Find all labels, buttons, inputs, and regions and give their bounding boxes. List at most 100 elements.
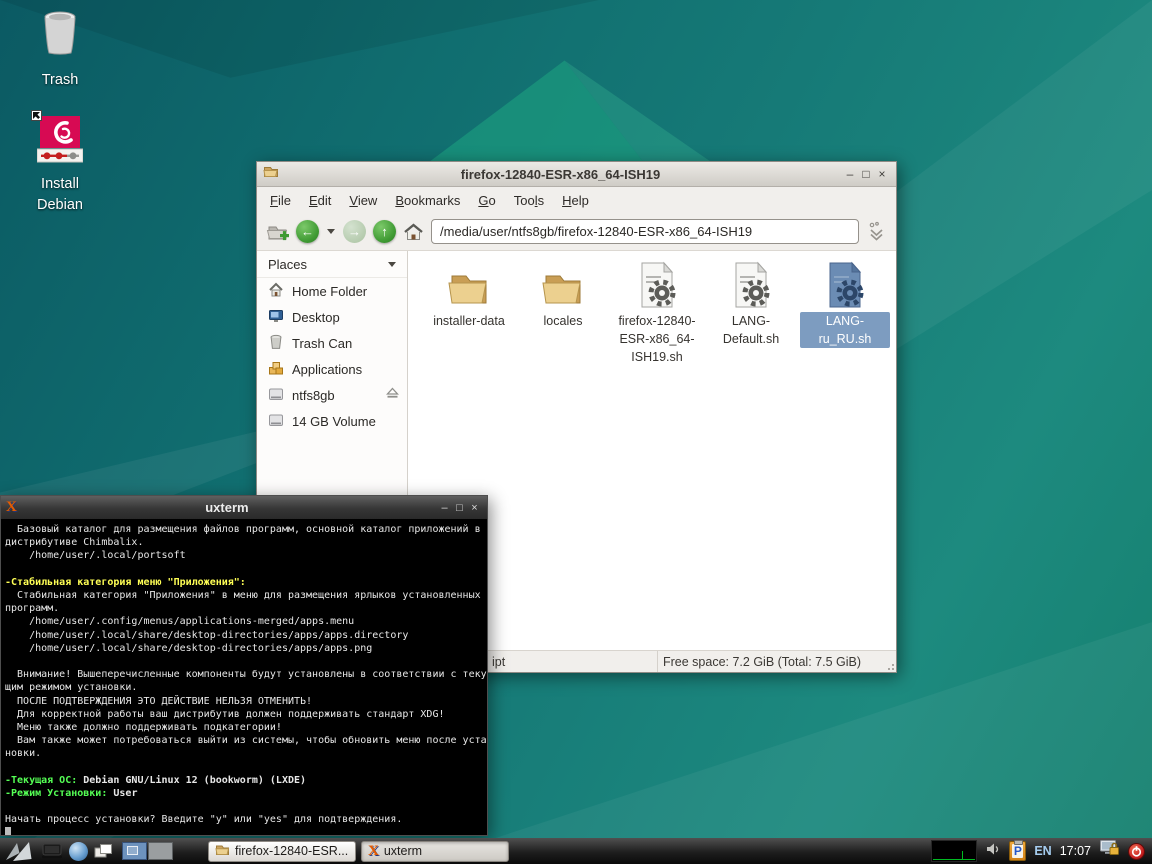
menu-item-edit[interactable]: Edit bbox=[300, 190, 340, 211]
uxterm-titlebar[interactable]: X uxterm – □ × bbox=[1, 496, 487, 519]
file-label: installer-data bbox=[433, 314, 505, 328]
path-input[interactable] bbox=[431, 219, 859, 244]
menu-item-bookmarks[interactable]: Bookmarks bbox=[386, 190, 469, 211]
place-label: Desktop bbox=[292, 309, 340, 325]
terminal-line: /home/user/.local/share/desktop-director… bbox=[5, 642, 373, 654]
jump-to-icon[interactable] bbox=[866, 220, 887, 244]
menu-item-go[interactable]: Go bbox=[469, 190, 504, 211]
shortcut-arrow-badge bbox=[31, 110, 42, 121]
workspace-pager[interactable] bbox=[122, 842, 173, 860]
volume-icon[interactable] bbox=[985, 841, 1001, 862]
terminal-line: Для корректной работы ваш дистрибутив до… bbox=[5, 708, 445, 720]
file-manager-launcher-icon[interactable] bbox=[41, 839, 64, 863]
clipboard-badge: P bbox=[1012, 844, 1024, 858]
terminal-line: Меню также должно поддерживать подкатего… bbox=[5, 722, 282, 734]
file-label: LANG-ru_RU.sh bbox=[800, 312, 890, 348]
history-dropdown-icon[interactable] bbox=[327, 229, 335, 234]
terminal-line: /home/user/.config/menus/applications-me… bbox=[5, 616, 355, 628]
folder-icon bbox=[215, 843, 230, 860]
terminal-cursor bbox=[5, 826, 11, 835]
home-icon bbox=[268, 282, 284, 301]
maximize-button[interactable]: □ bbox=[452, 500, 467, 516]
xterm-icon: X bbox=[6, 499, 17, 515]
terminal-line: /home/user/.local/portsoft bbox=[5, 550, 186, 562]
workspace-2[interactable] bbox=[148, 842, 173, 860]
menu-item-tools[interactable]: Tools bbox=[505, 190, 553, 211]
menu-item-view[interactable]: View bbox=[340, 190, 386, 211]
terminal-line: -Режим Установки: User bbox=[5, 788, 138, 800]
home-button-icon[interactable] bbox=[403, 220, 424, 244]
menubar: File Edit View Bookmarks Go Tools Help bbox=[257, 187, 896, 213]
lock-screen-icon[interactable] bbox=[1099, 839, 1120, 863]
clock[interactable]: 17:07 bbox=[1060, 844, 1091, 858]
file-item-lang-default-sh[interactable]: LANG-Default.sh bbox=[704, 261, 798, 366]
xterm-icon: X bbox=[368, 842, 379, 859]
close-button[interactable]: × bbox=[467, 500, 482, 516]
file-item-installer-data[interactable]: installer-data bbox=[422, 261, 516, 366]
terminal-line: Вам также может потребоваться выйти из с… bbox=[5, 735, 487, 747]
file-item-lang-ru-ru-sh[interactable]: LANG-ru_RU.sh bbox=[798, 261, 892, 366]
drive-icon bbox=[268, 386, 284, 405]
file-manager-titlebar[interactable]: firefox-12840-ESR-x86_64-ISH19 – □ × bbox=[257, 162, 896, 187]
menu-item-file[interactable]: File bbox=[261, 190, 300, 211]
cpu-monitor-icon[interactable] bbox=[931, 840, 978, 862]
back-button[interactable]: ← bbox=[296, 220, 319, 243]
window-title: firefox-12840-ESR-x86_64-ISH19 bbox=[460, 166, 661, 182]
keyboard-layout-indicator[interactable]: EN bbox=[1034, 844, 1051, 858]
trash-icon bbox=[268, 334, 284, 353]
sidebar-item-applications[interactable]: Applications bbox=[257, 356, 407, 382]
folder-icon bbox=[445, 261, 493, 309]
desktop-icon-label: Trash bbox=[41, 72, 79, 88]
file-label: firefox-12840-ESR-x86_64-ISH19.sh bbox=[618, 314, 696, 364]
maximize-button[interactable]: □ bbox=[858, 166, 874, 182]
terminal-line: Начать процесс установки? Введите "y" ил… bbox=[5, 814, 403, 826]
terminal-line: ПОСЛЕ ПОДТВЕРЖДЕНИЯ ЭТО ДЕЙСТВИЕ НЕЛЬЗЯ … bbox=[5, 695, 313, 707]
window-title: uxterm bbox=[205, 500, 249, 515]
minimize-button[interactable]: – bbox=[842, 166, 858, 182]
terminal-output[interactable]: Базовый каталог для размещения файлов пр… bbox=[1, 519, 487, 835]
taskbar: firefox-12840-ESR... X uxterm P EN 17:07 bbox=[0, 838, 1152, 864]
workspace-1[interactable] bbox=[122, 842, 147, 860]
chimbalix-menu-icon[interactable] bbox=[4, 839, 36, 863]
chevron-down-icon bbox=[388, 261, 396, 267]
sidebar-item-home-folder[interactable]: Home Folder bbox=[257, 278, 407, 304]
desktop-icon bbox=[268, 308, 284, 327]
places-header[interactable]: Places bbox=[257, 251, 407, 278]
menu-item-help[interactable]: Help bbox=[553, 190, 598, 211]
place-label: Applications bbox=[292, 361, 363, 377]
terminal-line: дистрибутиве Chimbalix. bbox=[5, 537, 144, 549]
taskbar-button-file-manager[interactable]: firefox-12840-ESR... bbox=[208, 840, 356, 862]
shell-script-icon bbox=[727, 261, 775, 309]
new-tab-icon[interactable] bbox=[266, 220, 289, 244]
resize-grip[interactable] bbox=[884, 660, 894, 670]
power-icon[interactable] bbox=[1128, 842, 1145, 860]
desktop-icon-label: Install Debian bbox=[37, 176, 83, 213]
place-label: Home Folder bbox=[292, 283, 368, 299]
statusbar-free-space: Free space: 7.2 GiB (Total: 7.5 GiB) bbox=[663, 654, 861, 669]
close-button[interactable]: × bbox=[874, 166, 890, 182]
clipboard-manager-icon[interactable]: P bbox=[1009, 840, 1027, 861]
desktop-icon-trash[interactable]: Trash bbox=[16, 8, 104, 91]
sidebar-item-desktop[interactable]: Desktop bbox=[257, 304, 407, 330]
forward-button[interactable]: → bbox=[343, 220, 366, 243]
file-item-firefox-12840-esr-x86-64-ish19-sh[interactable]: firefox-12840-ESR-x86_64-ISH19.sh bbox=[610, 261, 704, 366]
terminal-line: Стабильная категория "Приложения" в меню… bbox=[5, 590, 481, 601]
minimize-button[interactable]: – bbox=[437, 500, 452, 516]
up-button[interactable]: ↑ bbox=[373, 220, 396, 243]
eject-icon[interactable] bbox=[386, 387, 399, 403]
sidebar-item-ntfs8gb[interactable]: ntfs8gb bbox=[257, 382, 407, 408]
folder-icon bbox=[539, 261, 587, 309]
sidebar-item-trash-can[interactable]: Trash Can bbox=[257, 330, 407, 356]
show-desktop-icon[interactable] bbox=[93, 839, 114, 863]
terminal-line: Базовый каталог для размещения файлов пр… bbox=[5, 524, 481, 535]
statusbar-selection-info: ipt bbox=[492, 654, 506, 669]
desktop-icon-install-debian[interactable]: Install Debian bbox=[16, 110, 104, 216]
debian-installer-icon bbox=[31, 110, 84, 171]
file-item-locales[interactable]: locales bbox=[516, 261, 610, 366]
sidebar-item-14-gb-volume[interactable]: 14 GB Volume bbox=[257, 408, 407, 434]
taskbar-button-uxterm[interactable]: X uxterm bbox=[361, 840, 509, 862]
shell-script-icon bbox=[821, 261, 869, 309]
browser-launcher-icon[interactable] bbox=[69, 839, 88, 863]
